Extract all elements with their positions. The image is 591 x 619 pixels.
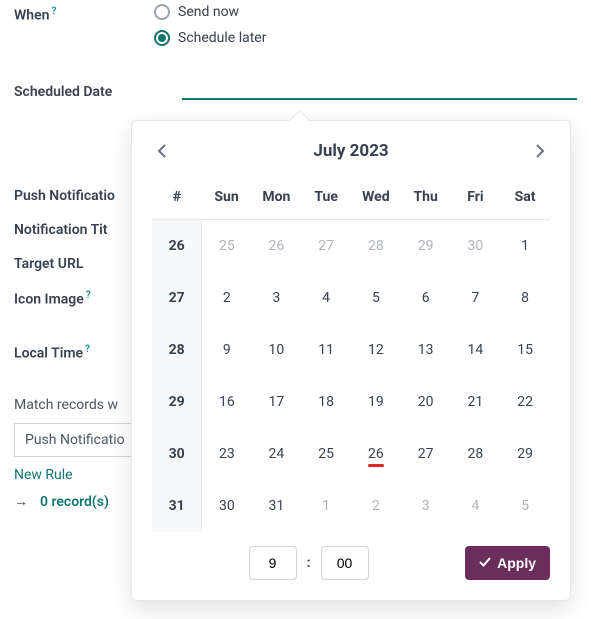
radio-unchecked-icon bbox=[154, 4, 170, 20]
calendar-day[interactable]: 8 bbox=[500, 272, 550, 324]
calendar-day[interactable]: 20 bbox=[401, 376, 451, 428]
week-number-header: # bbox=[152, 179, 202, 220]
calendar-day[interactable]: 30 bbox=[451, 220, 501, 272]
calendar-day[interactable]: 24 bbox=[251, 428, 301, 480]
calendar-day[interactable]: 12 bbox=[351, 324, 401, 376]
calendar-day[interactable]: 17 bbox=[251, 376, 301, 428]
help-icon[interactable]: ? bbox=[85, 344, 90, 355]
chevron-right-icon bbox=[535, 144, 545, 158]
chevron-left-icon bbox=[157, 144, 167, 158]
prev-month-button[interactable] bbox=[152, 141, 172, 161]
send-now-label: Send now bbox=[178, 4, 239, 20]
schedule-later-label: Schedule later bbox=[178, 30, 266, 46]
send-now-radio[interactable]: Send now bbox=[154, 4, 266, 20]
calendar-day[interactable]: 26 bbox=[251, 220, 301, 272]
week-number: 31 bbox=[152, 480, 202, 532]
calendar-day[interactable]: 29 bbox=[500, 428, 550, 480]
time-picker: : bbox=[249, 546, 369, 580]
calendar-day[interactable]: 1 bbox=[301, 480, 351, 532]
week-number: 28 bbox=[152, 324, 202, 376]
weekday-header: Sun bbox=[202, 179, 252, 220]
calendar-day[interactable]: 5 bbox=[351, 272, 401, 324]
calendar-day[interactable]: 9 bbox=[202, 324, 252, 376]
week-number: 29 bbox=[152, 376, 202, 428]
calendar-day[interactable]: 27 bbox=[301, 220, 351, 272]
calendar-title[interactable]: July 2023 bbox=[172, 141, 530, 161]
radio-checked-icon bbox=[154, 30, 170, 46]
time-separator: : bbox=[307, 555, 311, 571]
schedule-later-radio[interactable]: Schedule later bbox=[154, 30, 266, 46]
calendar-day[interactable]: 1 bbox=[500, 220, 550, 272]
hour-input[interactable] bbox=[249, 546, 297, 580]
week-number: 30 bbox=[152, 428, 202, 480]
calendar-day[interactable]: 7 bbox=[451, 272, 501, 324]
calendar-day[interactable]: 2 bbox=[202, 272, 252, 324]
calendar-day[interactable]: 28 bbox=[351, 220, 401, 272]
calendar-day[interactable]: 5 bbox=[500, 480, 550, 532]
calendar-day[interactable]: 22 bbox=[500, 376, 550, 428]
weekday-header: Thu bbox=[401, 179, 451, 220]
new-rule-link[interactable]: New Rule bbox=[14, 467, 73, 483]
calendar-day[interactable]: 23 bbox=[202, 428, 252, 480]
calendar-day[interactable]: 10 bbox=[251, 324, 301, 376]
calendar-day[interactable]: 2 bbox=[351, 480, 401, 532]
apply-label: Apply bbox=[497, 555, 536, 571]
calendar-day[interactable]: 15 bbox=[500, 324, 550, 376]
calendar-day[interactable]: 18 bbox=[301, 376, 351, 428]
calendar-day[interactable]: 14 bbox=[451, 324, 501, 376]
check-icon bbox=[479, 555, 491, 571]
calendar-day[interactable]: 26 bbox=[351, 428, 401, 480]
apply-button[interactable]: Apply bbox=[465, 546, 550, 580]
calendar-day[interactable]: 13 bbox=[401, 324, 451, 376]
weekday-header: Mon bbox=[251, 179, 301, 220]
scheduled-date-input[interactable] bbox=[182, 76, 577, 100]
weekday-header: Wed bbox=[351, 179, 401, 220]
weekday-header: Fri bbox=[451, 179, 501, 220]
when-label: When? bbox=[14, 4, 154, 24]
calendar-day[interactable]: 3 bbox=[401, 480, 451, 532]
calendar-day[interactable]: 19 bbox=[351, 376, 401, 428]
calendar-day[interactable]: 4 bbox=[451, 480, 501, 532]
calendar-grid: #SunMonTueWedThuFriSat 26252627282930127… bbox=[152, 179, 550, 532]
weekday-header: Tue bbox=[301, 179, 351, 220]
calendar-day[interactable]: 31 bbox=[251, 480, 301, 532]
help-icon[interactable]: ? bbox=[86, 290, 91, 301]
calendar-day[interactable]: 3 bbox=[251, 272, 301, 324]
calendar-day[interactable]: 25 bbox=[301, 428, 351, 480]
week-number: 27 bbox=[152, 272, 202, 324]
calendar-day[interactable]: 30 bbox=[202, 480, 252, 532]
calendar-day[interactable]: 28 bbox=[451, 428, 501, 480]
calendar-day[interactable]: 16 bbox=[202, 376, 252, 428]
calendar-day[interactable]: 4 bbox=[301, 272, 351, 324]
week-number: 26 bbox=[152, 220, 202, 272]
date-picker-popover: July 2023 #SunMonTueWedThuFriSat 2625262… bbox=[131, 120, 571, 601]
calendar-day[interactable]: 21 bbox=[451, 376, 501, 428]
help-icon[interactable]: ? bbox=[51, 6, 56, 17]
scheduled-date-label: Scheduled Date bbox=[14, 84, 182, 100]
calendar-day[interactable]: 6 bbox=[401, 272, 451, 324]
next-month-button[interactable] bbox=[530, 141, 550, 161]
arrow-right-icon: → bbox=[14, 494, 28, 510]
calendar-day[interactable]: 11 bbox=[301, 324, 351, 376]
weekday-header: Sat bbox=[500, 179, 550, 220]
calendar-day[interactable]: 29 bbox=[401, 220, 451, 272]
calendar-day[interactable]: 25 bbox=[202, 220, 252, 272]
calendar-day[interactable]: 27 bbox=[401, 428, 451, 480]
minute-input[interactable] bbox=[321, 546, 369, 580]
